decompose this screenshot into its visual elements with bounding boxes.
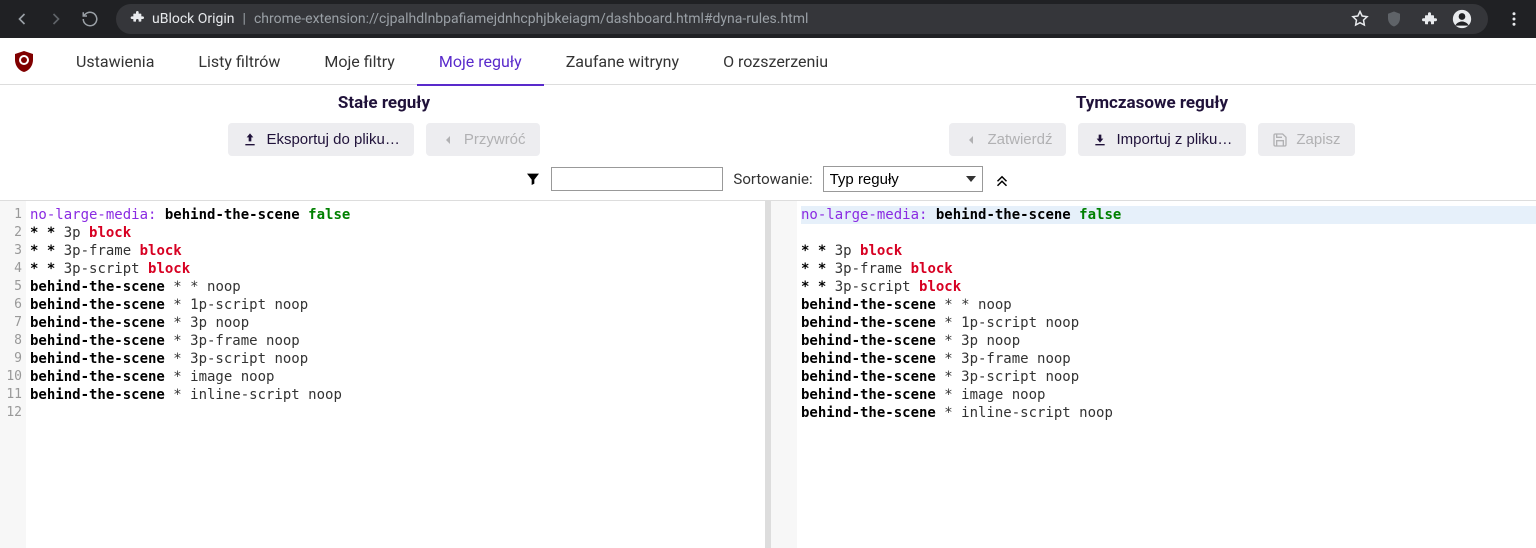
ublock-logo-icon bbox=[12, 49, 36, 73]
star-icon[interactable] bbox=[1350, 9, 1370, 29]
tab-about[interactable]: O rozszerzeniu bbox=[701, 38, 850, 85]
permanent-rules-editor[interactable]: 1 2 3 4 5 6 7 8 9 10 11 12 no-large-medi… bbox=[0, 201, 771, 548]
collapse-icon[interactable] bbox=[993, 170, 1011, 188]
sort-label: Sortowanie: bbox=[733, 170, 812, 188]
back-icon[interactable] bbox=[8, 5, 36, 33]
filter-input[interactable] bbox=[551, 167, 723, 191]
filter-icon bbox=[525, 171, 541, 187]
tab-my-rules[interactable]: Moje reguły bbox=[417, 38, 544, 85]
sort-select[interactable]: Typ reguły bbox=[823, 166, 983, 192]
kebab-menu-icon[interactable] bbox=[1500, 10, 1528, 28]
profile-icon[interactable] bbox=[1452, 9, 1472, 29]
browser-toolbar: uBlock Origin | chrome-extension://cjpal… bbox=[0, 0, 1536, 38]
permanent-rules-code[interactable]: no-large-media: behind-the-scene false *… bbox=[26, 201, 765, 548]
tab-my-filters[interactable]: Moje filtry bbox=[302, 38, 417, 85]
rules-panel: Stałe reguły Tymczasowe reguły Eksportuj… bbox=[0, 85, 1536, 548]
import-button-label: Importuj z pliku… bbox=[1116, 131, 1232, 148]
address-separator: | bbox=[243, 11, 246, 27]
save-button[interactable]: Zapisz bbox=[1258, 123, 1354, 156]
address-bar[interactable]: uBlock Origin | chrome-extension://cjpal… bbox=[116, 4, 1488, 34]
tab-settings[interactable]: Ustawienia bbox=[54, 38, 176, 85]
export-button-label: Eksportuj do pliku… bbox=[266, 131, 399, 148]
temporary-rules-heading: Tymczasowe reguły bbox=[768, 85, 1536, 123]
temporary-rules-editor[interactable]: no-large-media: behind-the-scene false *… bbox=[771, 201, 1536, 548]
permanent-rules-heading: Stałe reguły bbox=[0, 85, 768, 123]
address-url: chrome-extension://cjpalhdlnbpafiamejdnh… bbox=[254, 11, 1342, 27]
reload-icon[interactable] bbox=[76, 5, 104, 33]
tab-trusted[interactable]: Zaufane witryny bbox=[544, 38, 701, 85]
save-button-label: Zapisz bbox=[1296, 131, 1340, 148]
forward-icon[interactable] bbox=[42, 5, 70, 33]
commit-button-label: Zatwierdź bbox=[987, 131, 1052, 148]
temporary-rules-code[interactable]: no-large-media: behind-the-scene false *… bbox=[797, 201, 1536, 548]
line-gutter: 1 2 3 4 5 6 7 8 9 10 11 12 bbox=[0, 201, 26, 548]
address-ext-name: uBlock Origin bbox=[152, 11, 235, 27]
export-button[interactable]: Eksportuj do pliku… bbox=[228, 123, 413, 156]
import-button[interactable]: Importuj z pliku… bbox=[1078, 123, 1246, 156]
dashboard-nav: Ustawienia Listy filtrów Moje filtry Moj… bbox=[0, 38, 1536, 85]
revert-button[interactable]: Przywróć bbox=[426, 123, 540, 156]
commit-button[interactable]: Zatwierdź bbox=[949, 123, 1066, 156]
revert-button-label: Przywróć bbox=[464, 131, 526, 148]
address-right-icons bbox=[1350, 9, 1476, 29]
extensions-icon[interactable] bbox=[1418, 9, 1438, 29]
ublock-ext-icon[interactable] bbox=[1384, 9, 1404, 29]
line-gutter bbox=[771, 201, 797, 548]
tab-filter-lists[interactable]: Listy filtrów bbox=[176, 38, 302, 85]
extension-icon bbox=[128, 9, 144, 29]
